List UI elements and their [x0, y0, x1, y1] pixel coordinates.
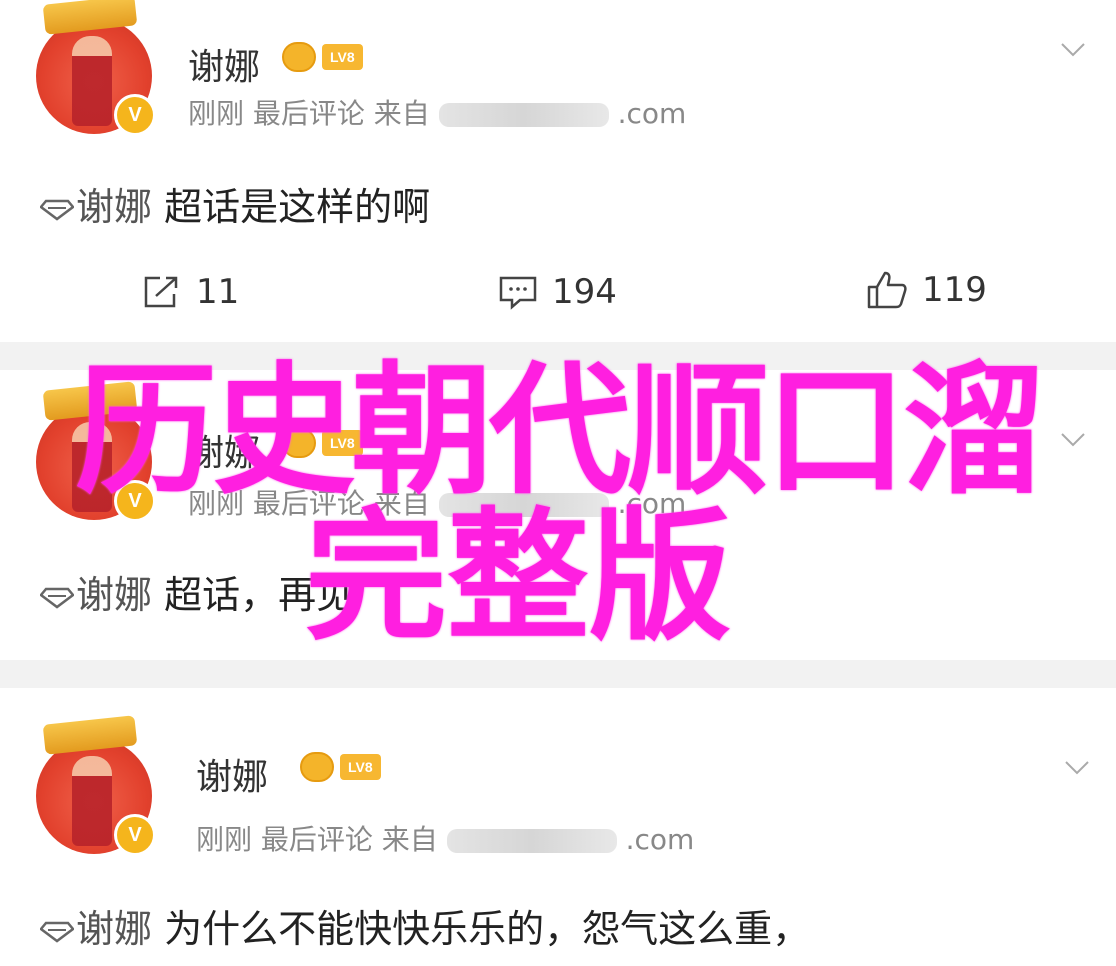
- topic-tag[interactable]: 谢娜: [76, 185, 152, 229]
- topic-tag[interactable]: 谢娜: [76, 907, 152, 951]
- meta-domain: .com: [617, 97, 687, 130]
- user-badges: LV8: [282, 42, 363, 72]
- comment-button[interactable]: 194: [498, 272, 617, 312]
- username[interactable]: 谢娜: [196, 748, 268, 800]
- fan-badge-icon: [300, 752, 334, 782]
- meta-domain: .com: [625, 823, 695, 856]
- post-content: 谢娜 为什么不能快快乐乐的，怨气这么重，: [40, 898, 810, 953]
- post-text: 为什么不能快快乐乐的，怨气这么重，: [164, 907, 811, 951]
- verified-v-icon: V: [114, 94, 156, 136]
- meta-time-source: 刚刚 最后评论 来自: [188, 97, 430, 130]
- comment-count: 194: [552, 272, 617, 312]
- post-meta: 刚刚 最后评论 来自 .com: [196, 818, 694, 858]
- avatar-figure: [72, 756, 112, 846]
- share-icon: [144, 276, 178, 308]
- super-topic-icon: [40, 921, 74, 943]
- overlay-title-line1: 历史朝代顺口溜: [75, 349, 1045, 514]
- level-badge: LV8: [340, 754, 381, 780]
- like-count: 119: [922, 270, 987, 310]
- post-content: 谢娜 超话是这样的啊: [40, 176, 430, 231]
- post-text: 超话是这样的啊: [164, 185, 431, 229]
- super-topic-icon: [40, 199, 74, 221]
- chevron-down-icon[interactable]: [1060, 36, 1086, 62]
- share-count: 11: [196, 272, 240, 312]
- meta-time-source: 刚刚 最后评论 来自: [196, 823, 438, 856]
- blurred-source: [446, 829, 617, 853]
- post-card-3: V 谢娜 LV8 刚刚 最后评论 来自 .com 谢娜 为什么不能快快乐乐的，怨…: [0, 688, 1116, 966]
- blurred-source: [438, 103, 609, 127]
- verified-v-icon: V: [114, 814, 156, 856]
- overlay-title-line2: 完整版: [305, 495, 731, 660]
- fan-badge-icon: [282, 42, 316, 72]
- avatar[interactable]: V: [36, 0, 156, 136]
- user-badges: LV8: [300, 752, 381, 782]
- post-meta: 刚刚 最后评论 来自 .com: [188, 92, 686, 132]
- thumbs-up-icon: [867, 271, 907, 309]
- chevron-down-icon[interactable]: [1064, 754, 1090, 780]
- post-card-1: V 谢娜 LV8 刚刚 最后评论 来自 .com 谢娜 超话是这样的啊 11 1…: [0, 0, 1116, 342]
- crown-frame-icon: [42, 0, 138, 35]
- divider: [0, 660, 1116, 688]
- comment-icon: [499, 276, 537, 310]
- like-button[interactable]: 119: [866, 270, 987, 310]
- username[interactable]: 谢娜: [188, 38, 260, 90]
- level-badge: LV8: [322, 44, 363, 70]
- avatar[interactable]: V: [36, 715, 156, 856]
- crown-frame-icon: [42, 715, 138, 755]
- share-button[interactable]: 11: [142, 272, 239, 312]
- avatar-figure: [72, 36, 112, 126]
